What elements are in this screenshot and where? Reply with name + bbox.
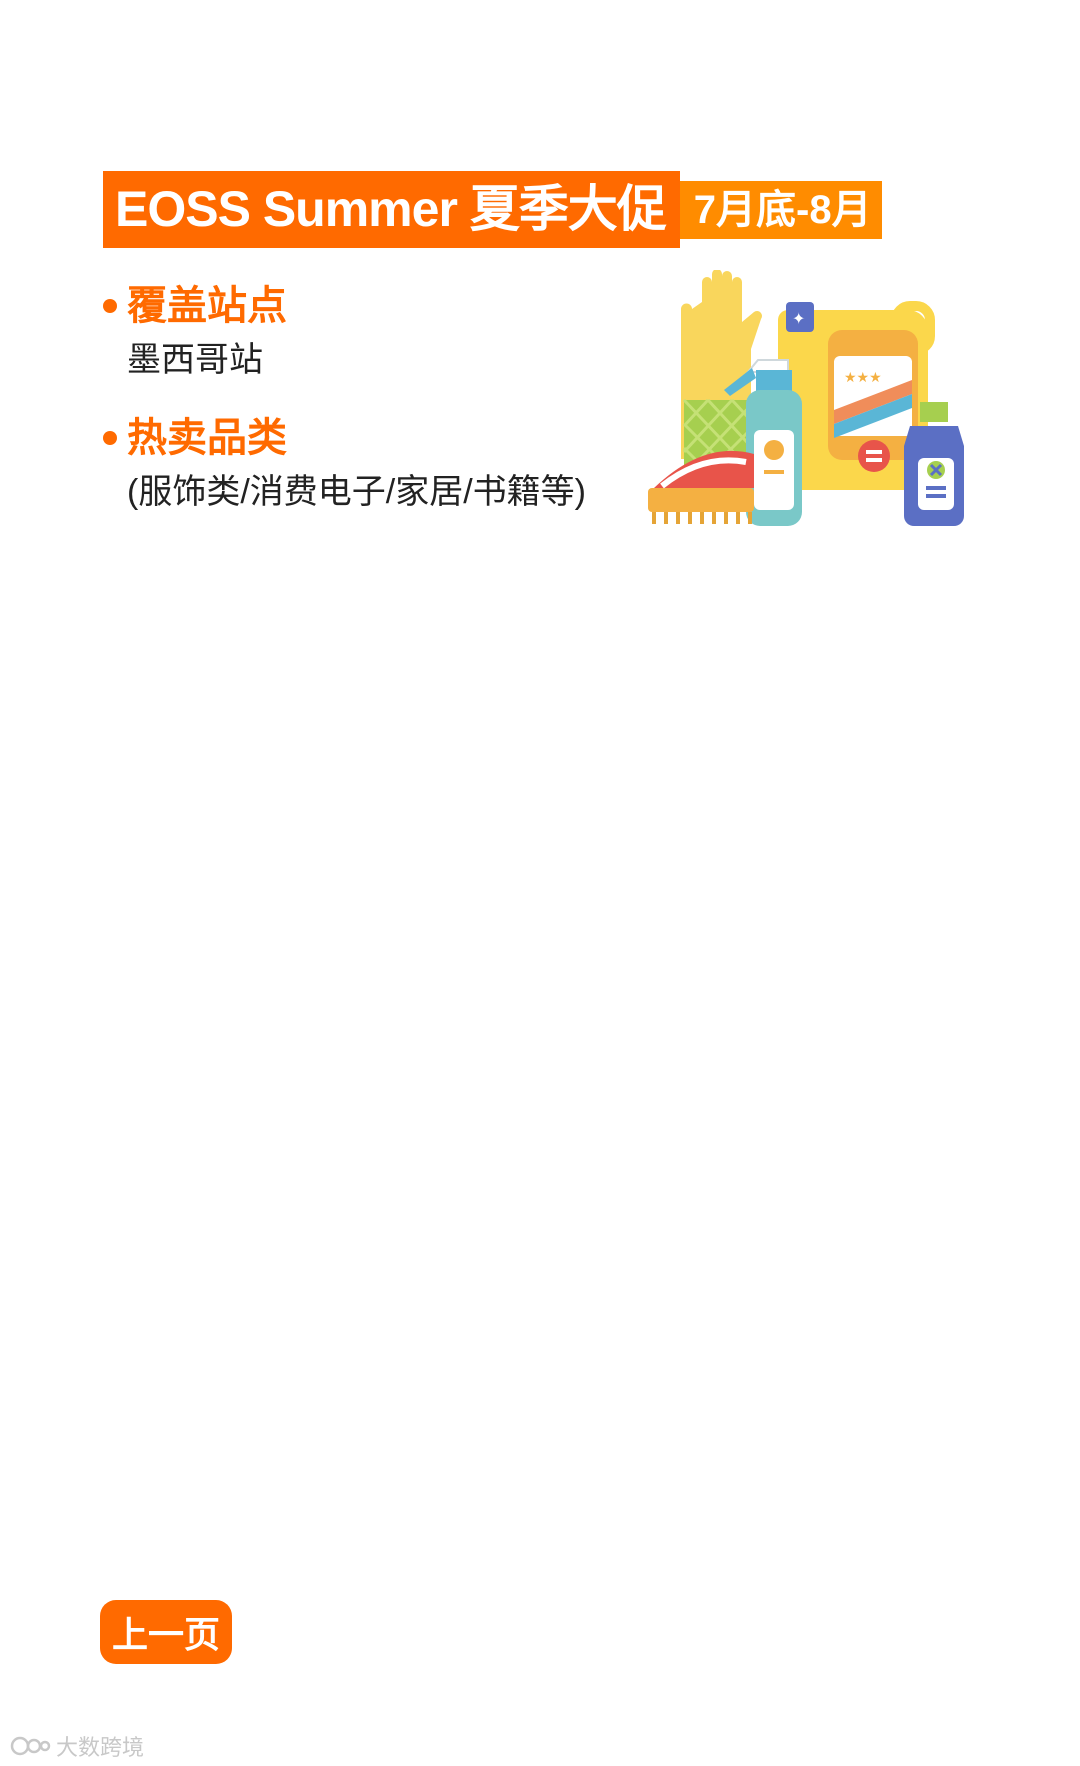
watermark-logo-icon [10, 1736, 51, 1756]
svg-text:★★★: ★★★ [844, 369, 882, 385]
section-title: 覆盖站点 [127, 284, 287, 328]
section-header: 热卖品类 [103, 414, 586, 462]
section-coverage: 覆盖站点 墨西哥站 [103, 282, 287, 382]
svg-text:✦: ✦ [792, 311, 805, 328]
previous-page-button[interactable]: 上一页 [100, 1600, 232, 1664]
bullet-dot-icon [103, 431, 117, 445]
section-title: 热卖品类 [127, 416, 287, 460]
cleaning-products-illustration: ★★★ ✦ [648, 270, 964, 526]
watermark: 大数跨境 [10, 1730, 144, 1762]
section-body: (服饰类/消费电子/家居/书籍等) [127, 473, 586, 511]
bullet-dot-icon [103, 299, 117, 313]
watermark-text: 大数跨境 [56, 1735, 145, 1760]
section-body: 墨西哥站 [127, 341, 263, 379]
date-range-badge: 7月底-8月 [679, 181, 882, 239]
page-title: EOSS Summer 夏季大促 [103, 171, 680, 248]
promo-title-bar: EOSS Summer 夏季大促 7月底-8月 [103, 171, 882, 248]
section-header: 覆盖站点 [103, 282, 287, 330]
section-hot-categories: 热卖品类 (服饰类/消费电子/家居/书籍等) [103, 414, 586, 514]
